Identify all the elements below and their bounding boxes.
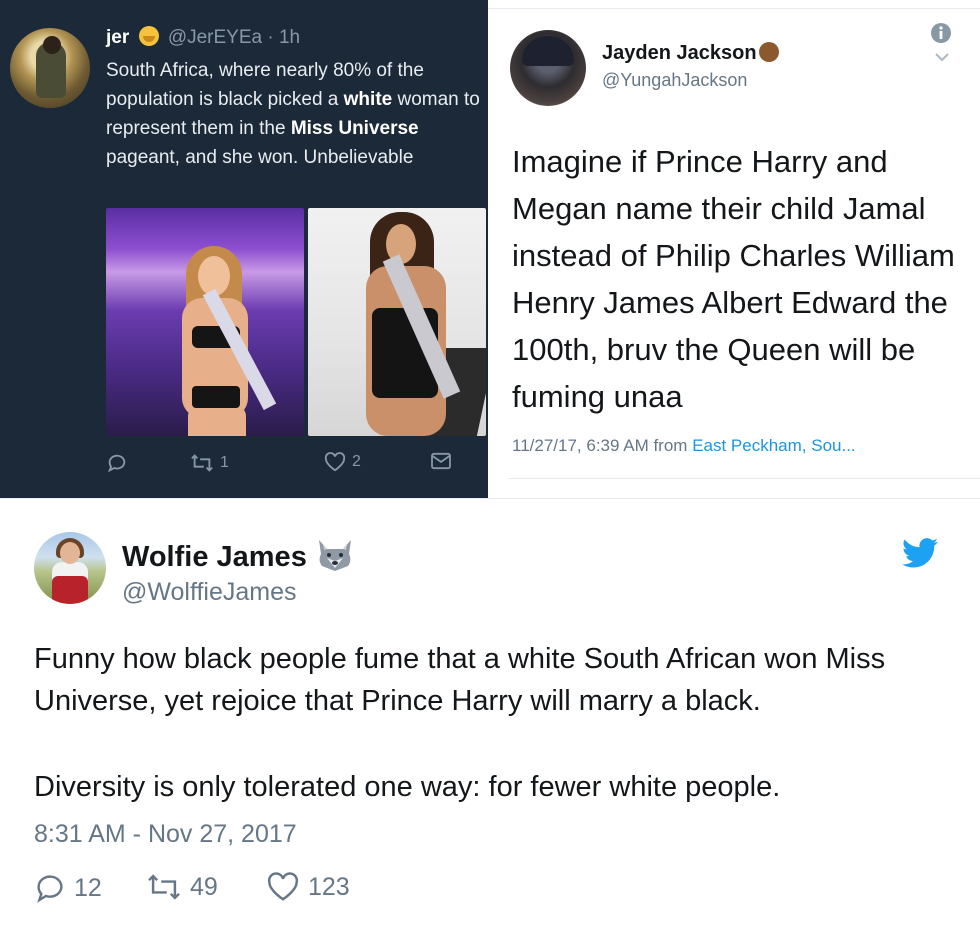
dark-skin-face-emoji-icon bbox=[758, 42, 779, 62]
tweet-text: South Africa, where nearly 80% of the po… bbox=[106, 56, 481, 172]
tweet-timestamp[interactable]: 8:31 AM - Nov 27, 2017 bbox=[34, 820, 297, 849]
hugging-face-emoji-icon bbox=[138, 26, 159, 46]
dark-tweet-card: jer @JerEYEa · 1h South Africa, where ne… bbox=[0, 0, 488, 498]
tweet-header: jer @JerEYEa · 1h bbox=[106, 26, 300, 50]
twitter-bird-icon[interactable] bbox=[902, 538, 938, 568]
divider bbox=[0, 498, 980, 499]
avatar-head bbox=[43, 36, 61, 54]
user-name-text: Wolfie James bbox=[122, 541, 307, 573]
avatar[interactable] bbox=[10, 28, 90, 108]
photo-detail bbox=[188, 406, 246, 436]
heart-icon bbox=[324, 452, 346, 472]
tweet-timestamp: 11/27/17, 6:39 AM from bbox=[512, 436, 693, 455]
tweet-photo-portrait[interactable] bbox=[308, 208, 486, 436]
avatar-head bbox=[60, 542, 80, 564]
retweet-icon bbox=[191, 454, 213, 472]
user-handle[interactable]: @JerEYEa bbox=[168, 27, 262, 48]
user-handle[interactable]: @WolffieJames bbox=[122, 578, 297, 607]
info-icon[interactable] bbox=[930, 22, 952, 44]
reply-icon bbox=[37, 875, 63, 903]
reply-button[interactable]: 12 bbox=[34, 872, 102, 904]
user-name-text: Jayden Jackson bbox=[602, 42, 757, 64]
retweet-count: 49 bbox=[190, 872, 218, 901]
tweet-actions: 1 2 bbox=[106, 452, 466, 478]
retweet-button[interactable]: 49 bbox=[146, 872, 218, 902]
tweet-meta: 11/27/17, 6:39 AM from East Peckham, Sou… bbox=[512, 436, 856, 456]
heart-icon bbox=[267, 872, 299, 901]
reply-icon bbox=[107, 454, 126, 473]
tweet-paragraph: Funny how black people fume that a white… bbox=[34, 643, 886, 717]
location-link[interactable]: East Peckham, Sou... bbox=[692, 436, 855, 455]
tweet-text-bold: Miss Universe bbox=[290, 118, 419, 139]
tweet-time[interactable]: 1h bbox=[279, 27, 300, 48]
avatar-dress bbox=[52, 576, 88, 604]
separator: · bbox=[267, 27, 274, 48]
light-tweet-card: Jayden Jackson @YungahJackson Imagine if… bbox=[488, 0, 980, 498]
tweet-text-bold: white bbox=[343, 89, 393, 110]
like-button[interactable]: 123 bbox=[266, 872, 350, 902]
like-count: 2 bbox=[352, 453, 361, 470]
divider bbox=[508, 478, 980, 479]
tweet-photo-stage[interactable] bbox=[106, 208, 304, 436]
like-count: 123 bbox=[308, 872, 350, 901]
photo-detail bbox=[192, 386, 240, 408]
avatar[interactable] bbox=[510, 30, 586, 106]
avatar[interactable] bbox=[34, 532, 106, 604]
like-button[interactable]: 2 bbox=[324, 452, 361, 472]
chevron-down-icon[interactable] bbox=[934, 52, 950, 62]
retweet-icon bbox=[148, 874, 180, 900]
retweet-button[interactable]: 1 bbox=[190, 452, 229, 474]
envelope-icon bbox=[431, 452, 451, 470]
tweet-text-part: pageant, and she won. Unbelievable bbox=[106, 147, 414, 168]
user-handle[interactable]: @YungahJackson bbox=[602, 70, 747, 91]
tweet-text: Funny how black people fume that a white… bbox=[34, 638, 954, 808]
reply-count: 12 bbox=[74, 873, 102, 902]
avatar-cap bbox=[522, 36, 574, 66]
user-name[interactable]: jer bbox=[106, 27, 129, 48]
retweet-count: 1 bbox=[220, 454, 229, 471]
wolf-emoji-icon bbox=[318, 540, 351, 571]
tweet-paragraph: Diversity is only tolerated one way: for… bbox=[34, 771, 781, 803]
divider bbox=[488, 8, 980, 9]
embedded-tweet-card: Wolfie James @WolffieJames Funny how bla… bbox=[0, 498, 980, 932]
reply-button[interactable] bbox=[106, 452, 128, 474]
user-name[interactable]: Wolfie James bbox=[122, 538, 355, 574]
user-name[interactable]: Jayden Jackson bbox=[602, 42, 779, 65]
direct-message-button[interactable] bbox=[430, 452, 452, 470]
tweet-text: Imagine if Prince Harry and Megan name t… bbox=[512, 144, 955, 414]
